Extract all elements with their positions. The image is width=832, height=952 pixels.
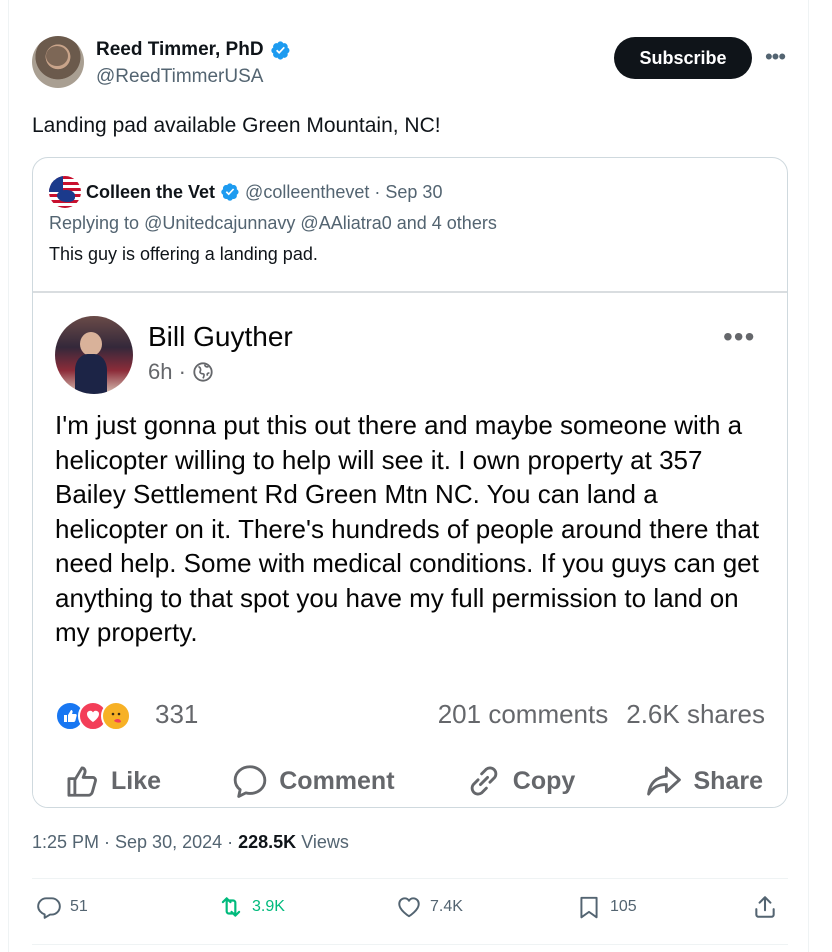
fb-comment-label: Comment [279, 766, 395, 795]
retweet-count: 3.9K [252, 898, 285, 915]
divider-top [32, 878, 788, 879]
fb-author-avatar [55, 316, 133, 394]
verified-badge-icon [221, 183, 239, 201]
heart-icon [398, 897, 420, 918]
fb-reactions [55, 701, 131, 731]
author-avatar[interactable] [32, 36, 84, 88]
thumbs-up-icon [67, 766, 97, 797]
views-count: 228.5K [238, 832, 297, 852]
fb-right-stats: 201 comments 2.6K shares [438, 699, 765, 730]
fb-share-action: Share [645, 761, 763, 801]
right-border [808, 0, 809, 952]
comment-bubble-icon [233, 765, 267, 798]
more-icon[interactable]: ••• [762, 44, 788, 70]
quoted-name[interactable]: Colleen the Vet [86, 182, 215, 203]
tweet-header: Reed Timmer, PhD @ReedTimmerUSA Subscrib… [32, 36, 792, 92]
fb-post-time: 6h · [148, 359, 214, 385]
bookmark-button[interactable]: 105 [576, 894, 637, 920]
author-display-name[interactable]: Reed Timmer, PhD [96, 39, 264, 61]
quoted-text: This guy is offering a landing pad. [49, 244, 318, 264]
retweet-button[interactable]: 3.9K [218, 894, 285, 920]
fb-actions-row: Like Comment Copy Share [63, 761, 763, 801]
tweet-time[interactable]: 1:25 PM · Sep 30, 2024 · [32, 832, 233, 852]
fb-more-icon: ••• [723, 321, 756, 352]
fb-like-action: Like [63, 761, 161, 801]
share-arrow-icon [647, 766, 682, 796]
fb-reactions-count: 331 [155, 699, 199, 729]
tweet-timestamp: 1:25 PM · Sep 30, 2024 · 228.5K Views [32, 832, 349, 853]
fb-comment-action: Comment [231, 761, 395, 801]
quoted-handle[interactable]: @colleenthevet [245, 182, 369, 203]
fb-comments-count: 201 comments [437, 699, 609, 729]
tweet-text: Landing pad available Green Mountain, NC… [32, 114, 441, 137]
bookmark-icon [580, 896, 598, 919]
flag-avatar-icon[interactable] [49, 176, 81, 208]
upload-icon [755, 896, 775, 918]
reply-count: 51 [70, 898, 88, 915]
quoted-tweet[interactable]: Colleen the Vet @colleenthevet · Sep 30 … [32, 157, 788, 808]
fb-copy-label: Copy [512, 766, 576, 795]
engagement-bar: 51 3.9K 7.4K 105 [36, 894, 784, 926]
bookmark-count: 105 [610, 898, 637, 915]
reply-icon [37, 897, 61, 919]
share-button[interactable] [752, 894, 778, 920]
globe-icon [193, 362, 213, 382]
replying-prefix: Replying to [49, 213, 140, 233]
divider-bottom [32, 944, 788, 945]
link-icon [470, 766, 498, 796]
quoted-header: Colleen the Vet @colleenthevet · Sep 30 [49, 176, 442, 208]
quoted-date: · Sep 30 [374, 181, 443, 202]
fb-stats-row: 331 201 comments 2.6K shares [55, 699, 765, 735]
fb-author-name: Bill Guyther [148, 321, 293, 352]
subscribe-button[interactable]: Subscribe [614, 37, 752, 79]
views-label: Views [301, 832, 349, 852]
fb-shares-count: 2.6K shares [626, 699, 765, 729]
replying-mentions[interactable]: @Unitedcajunnavy @AAliatra0 and 4 others [144, 213, 497, 233]
fb-time-text: 6h · [148, 359, 186, 384]
facebook-post-screenshot: Bill Guyther 6h · ••• I'm just gonna put… [33, 293, 787, 807]
reply-button[interactable]: 51 [36, 894, 88, 920]
author-handle[interactable]: @ReedTimmerUSA [96, 66, 263, 88]
left-border [8, 0, 9, 952]
fb-copy-action: Copy [465, 761, 576, 801]
like-button[interactable]: 7.4K [396, 894, 463, 920]
retweet-icon [221, 897, 241, 917]
fb-post-body: I'm just gonna put this out there and ma… [55, 410, 760, 647]
author-name-row: Reed Timmer, PhD [96, 39, 291, 61]
fb-share-label: Share [693, 766, 763, 795]
quoted-replying-to: Replying to @Unitedcajunnavy @AAliatra0 … [49, 213, 497, 234]
fb-care-reaction-icon [101, 701, 131, 731]
verified-badge-icon [270, 40, 290, 60]
like-count: 7.4K [430, 898, 463, 915]
fb-like-label: Like [111, 766, 162, 795]
